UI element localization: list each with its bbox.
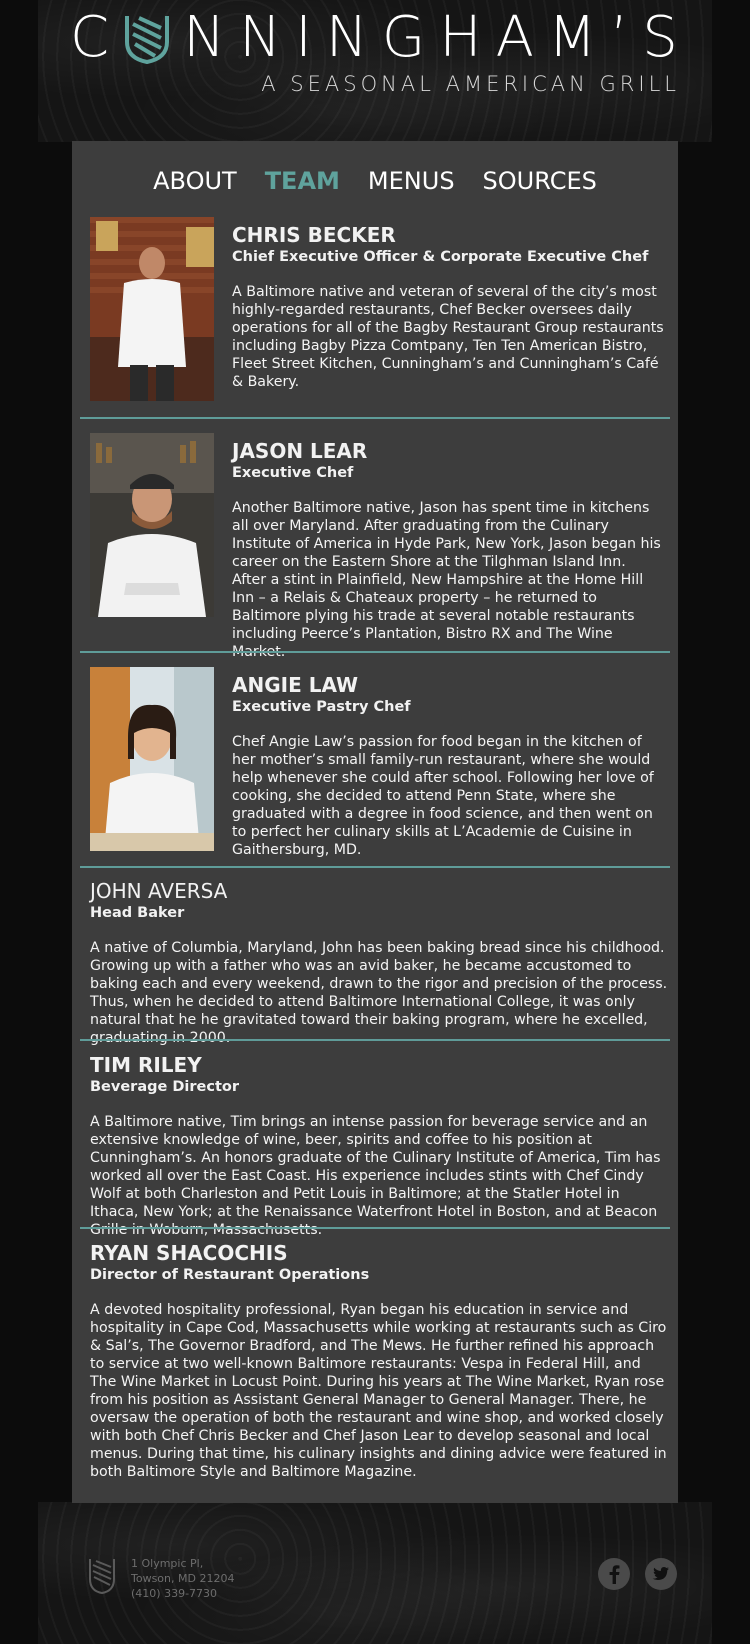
logo-letter: H [439, 5, 484, 70]
team-member: CHRIS BECKER Chief Executive Officer & C… [80, 217, 670, 407]
member-bio: A devoted hospitality professional, Ryan… [90, 1302, 667, 1480]
logo-letter: C [70, 5, 112, 70]
member-info: ANGIE LAW Executive Pastry Chef Chef Ang… [232, 673, 664, 859]
section-divider [80, 1227, 670, 1229]
brand-logo[interactable]: C N N I N G H A M ’ S [70, 8, 680, 68]
logo-letter: N [183, 5, 228, 70]
member-bio: Chef Angie Law’s passion for food began … [232, 734, 654, 858]
member-bio: Another Baltimore native, Jason has spen… [232, 500, 661, 660]
twitter-icon[interactable] [645, 1558, 677, 1590]
member-name: RYAN SHACOCHIS [90, 1241, 288, 1265]
member-role: Director of Restaurant Operations [90, 1267, 370, 1283]
logo-letter: N [325, 5, 370, 70]
team-member: TIM RILEY Beverage Director A Baltimore … [80, 1047, 670, 1238]
address-line: Towson, MD 21204 [131, 1572, 235, 1585]
tagline: A SEASONAL AMERICAN GRILL [261, 72, 680, 96]
member-name: TIM RILEY [90, 1053, 202, 1077]
team-member: JOHN AVERSA Head Baker A native of Colum… [80, 873, 670, 1046]
shield-logo-icon [125, 16, 170, 64]
member-role: Beverage Director [90, 1079, 240, 1095]
member-role: Executive Chef [232, 465, 354, 481]
member-info: JOHN AVERSA Head Baker A native of Colum… [90, 879, 668, 1047]
member-info: TIM RILEY Beverage Director A Baltimore … [90, 1053, 668, 1239]
nav-about[interactable]: ABOUT [149, 161, 241, 201]
member-bio: A native of Columbia, Maryland, John has… [90, 940, 668, 1046]
team-member: JASON LEAR Executive Chef Another Baltim… [80, 433, 670, 660]
site-footer: 1 Olympic Pl, Towson, MD 21204 (410) 339… [0, 1502, 750, 1644]
section-divider [80, 651, 670, 653]
team-member: RYAN SHACOCHIS Director of Restaurant Op… [80, 1235, 670, 1485]
member-info: JASON LEAR Executive Chef Another Baltim… [232, 439, 664, 661]
nav-team[interactable]: TEAM [261, 161, 344, 201]
content-panel: ABOUT TEAM MENUS SOURCES CHRIS BECKER Ch… [72, 141, 678, 1503]
member-name: JASON LEAR [232, 439, 368, 463]
section-divider [80, 417, 670, 419]
facebook-icon[interactable] [598, 1558, 630, 1590]
logo-letter: G [381, 5, 428, 70]
member-role: Head Baker [90, 905, 185, 921]
nav-menus[interactable]: MENUS [364, 161, 459, 201]
shield-logo-icon [89, 1559, 115, 1595]
main-nav: ABOUT TEAM MENUS SOURCES [72, 161, 678, 201]
member-bio: A Baltimore native and veteran of severa… [232, 284, 664, 390]
section-divider [80, 866, 670, 868]
member-role: Executive Pastry Chef [232, 699, 411, 715]
logo-letter: M [547, 5, 599, 70]
member-name: ANGIE LAW [232, 673, 359, 697]
logo-letter: S [642, 5, 680, 70]
portrait-photo [90, 667, 214, 851]
member-name: CHRIS BECKER [232, 223, 396, 247]
site-header: C N N I N G H A M ’ S A SEASONAL AMERICA… [0, 0, 750, 142]
logo-letter: N [239, 5, 284, 70]
member-role: Chief Executive Officer & Corporate Exec… [232, 249, 649, 265]
portrait-photo [90, 433, 214, 617]
nav-sources[interactable]: SOURCES [479, 161, 601, 201]
section-divider [80, 1039, 670, 1041]
member-name: JOHN AVERSA [90, 879, 228, 903]
address-line: 1 Olympic Pl, [131, 1557, 204, 1570]
team-member: ANGIE LAW Executive Pastry Chef Chef Ang… [80, 667, 670, 859]
logo-letter: I [295, 5, 314, 70]
logo-letter: ’ [610, 5, 631, 70]
member-info: RYAN SHACOCHIS Director of Restaurant Op… [90, 1241, 668, 1481]
portrait-photo [90, 217, 214, 401]
member-bio: A Baltimore native, Tim brings an intens… [90, 1114, 661, 1238]
phone-number[interactable]: (410) 339-7730 [131, 1586, 234, 1601]
member-info: CHRIS BECKER Chief Executive Officer & C… [232, 223, 664, 391]
address-block: 1 Olympic Pl, Towson, MD 21204 (410) 339… [131, 1556, 234, 1601]
logo-letter: A [495, 5, 536, 70]
